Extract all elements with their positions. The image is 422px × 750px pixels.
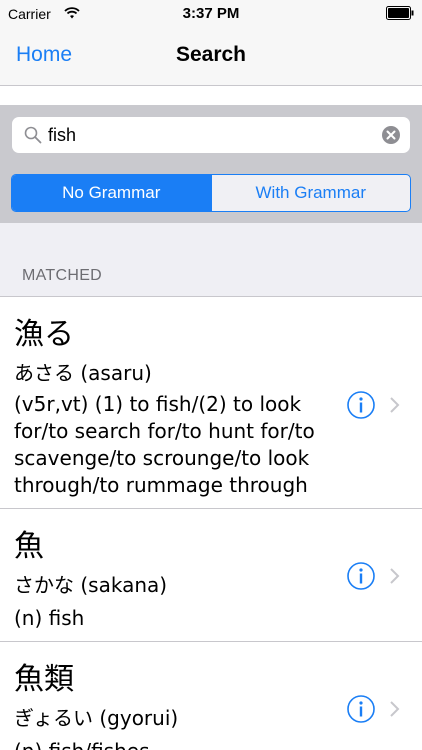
status-time: 3:37 PM <box>182 5 240 22</box>
result-reading: ぎょるい (gyorui) <box>14 706 179 730</box>
section-header: MATCHED <box>22 267 103 284</box>
navigation-bar: Home Search <box>0 28 422 86</box>
chevron-right-icon <box>389 700 401 723</box>
status-bar: Carrier 3:37 PM <box>0 0 422 28</box>
result-meaning: (n) fish <box>14 606 85 630</box>
info-icon[interactable] <box>346 390 376 425</box>
result-row[interactable]: 漁る あさる (asaru) (v5r,vt) (1) to fish/(2) … <box>0 297 422 509</box>
search-icon <box>24 126 42 149</box>
result-kanji: 漁る <box>14 317 74 352</box>
segment-no-grammar[interactable]: No Grammar <box>12 175 211 211</box>
result-reading: さかな (sakana) <box>14 573 168 597</box>
page-title: Search <box>175 43 247 66</box>
battery-icon <box>386 6 414 23</box>
info-icon[interactable] <box>346 694 376 729</box>
segment-with-grammar[interactable]: With Grammar <box>210 175 411 211</box>
result-row[interactable]: 魚 さかな (sakana) (n) fish <box>0 509 422 642</box>
grammar-segmented-control: No Grammar With Grammar <box>11 174 411 212</box>
chevron-right-icon <box>389 396 401 419</box>
section-area: MATCHED <box>0 223 422 297</box>
result-row[interactable]: 魚類 ぎょるい (gyorui) (n) fish/fishes <box>0 642 422 750</box>
result-kanji: 魚 <box>14 529 44 564</box>
search-panel: No Grammar With Grammar <box>0 105 422 223</box>
result-kanji: 魚類 <box>14 662 74 697</box>
result-reading: あさる (asaru) <box>14 361 152 385</box>
search-input[interactable] <box>48 121 368 149</box>
result-meaning: (v5r,vt) (1) to fish/(2) to look for/to … <box>14 392 315 497</box>
search-box[interactable] <box>12 117 410 153</box>
result-meaning: (n) fish/fishes <box>14 738 349 750</box>
clear-search-icon[interactable] <box>381 125 401 150</box>
results-list: 漁る あさる (asaru) (v5r,vt) (1) to fish/(2) … <box>0 297 422 750</box>
info-icon[interactable] <box>346 561 376 596</box>
chevron-right-icon <box>389 567 401 590</box>
